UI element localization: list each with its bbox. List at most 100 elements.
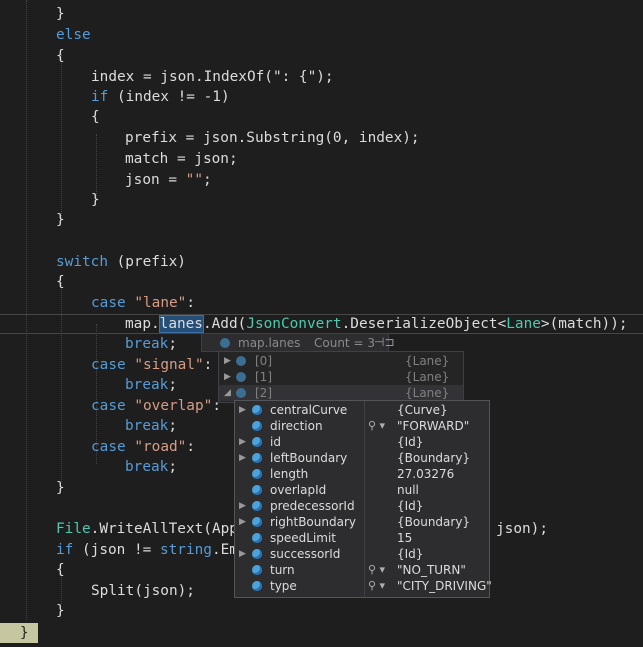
code-text: } xyxy=(56,6,65,22)
code-line[interactable]: index = json.IndexOf(": {"); xyxy=(91,67,334,88)
property-name: turn xyxy=(270,563,295,577)
property-value[interactable]: {Id} xyxy=(397,498,423,514)
code-text: match = json; xyxy=(125,151,238,167)
expand-arrow-icon[interactable]: ▶ xyxy=(239,546,246,562)
property-value[interactable]: "NO_TURN" xyxy=(397,562,466,578)
property-row-10[interactable]: turn ⚲ ▾ "NO_TURN" xyxy=(235,562,489,578)
code-line[interactable]: { xyxy=(56,272,65,293)
hovered-identifier[interactable]: lanes xyxy=(158,315,204,333)
code-line[interactable]: case "road": xyxy=(91,437,195,458)
property-value[interactable]: {Id} xyxy=(397,434,423,450)
code-text: ; xyxy=(168,377,177,393)
code-line[interactable]: } xyxy=(91,190,100,211)
expand-arrow-icon[interactable]: ▶ xyxy=(239,434,246,450)
property-row-9[interactable]: ▶ successorId {Id} xyxy=(235,546,489,562)
code-line[interactable]: File.WriteAllText(App xyxy=(56,519,238,540)
property-row-3[interactable]: ▶ leftBoundary {Boundary} xyxy=(235,450,489,466)
code-line[interactable]: } xyxy=(56,601,65,622)
property-value[interactable]: {Boundary} xyxy=(397,450,470,466)
lane-index: [1] xyxy=(255,370,272,384)
code-line[interactable]: else xyxy=(56,25,91,46)
property-row-11[interactable]: type ⚲ ▾ "CITY_DRIVING" xyxy=(235,578,492,594)
property-name: type xyxy=(270,579,297,593)
property-value[interactable]: {Boundary} xyxy=(397,514,470,530)
property-row-4[interactable]: length 27.03276 xyxy=(235,466,489,482)
code-line[interactable]: case "signal": xyxy=(91,355,212,376)
text-visualizer-icon[interactable]: ⚲ ▾ xyxy=(368,562,385,578)
property-value[interactable]: 27.03276 xyxy=(397,466,454,482)
code-line[interactable]: } xyxy=(56,210,65,231)
indent-guide xyxy=(26,0,27,620)
expand-arrow-icon[interactable]: ▶ xyxy=(224,353,231,369)
code-line-current[interactable]: map.lanes.Add(JsonConvert.DeserializeObj… xyxy=(125,314,628,335)
lane-row-2[interactable]: ◢ [2] {Lane} xyxy=(219,385,463,401)
property-icon xyxy=(252,437,262,447)
code-line[interactable]: break; xyxy=(125,375,177,396)
code-text: ; xyxy=(168,459,177,475)
code-text: map. xyxy=(125,316,160,332)
collapse-arrow-icon[interactable]: ◢ xyxy=(224,385,231,401)
code-line[interactable]: case "overlap": xyxy=(91,396,221,417)
keyword-case: case xyxy=(91,357,126,373)
property-value[interactable]: "FORWARD" xyxy=(397,418,469,434)
property-row-2[interactable]: ▶ id {Id} xyxy=(235,434,489,450)
code-text: .Add( xyxy=(202,316,247,332)
code-line[interactable]: break; xyxy=(125,334,177,355)
code-line[interactable]: switch (prefix) xyxy=(56,252,186,273)
code-line[interactable]: match = json; xyxy=(125,149,238,170)
code-line[interactable]: if (json != string.Em xyxy=(56,540,238,561)
property-icon xyxy=(252,581,262,591)
code-line-fragment[interactable]: json); xyxy=(496,519,548,540)
lane-value: {Lane} xyxy=(405,386,450,400)
property-row-5[interactable]: overlapId null xyxy=(235,482,489,498)
expand-arrow-icon[interactable]: ▶ xyxy=(224,369,231,385)
property-row-0[interactable]: ▶ centralCurve {Curve} xyxy=(235,402,489,418)
datatip-lanes-list[interactable]: ▶ [0] {Lane} ▶ [1] {Lane} ◢ [2] {Lane} xyxy=(218,351,464,403)
code-line[interactable]: break; xyxy=(125,457,177,478)
expand-arrow-icon[interactable]: ▶ xyxy=(239,450,246,466)
property-row-8[interactable]: speedLimit 15 xyxy=(235,530,489,546)
keyword-switch: switch xyxy=(56,254,108,270)
code-line[interactable]: { xyxy=(56,560,65,581)
property-name: predecessorId xyxy=(270,499,355,513)
code-line[interactable]: json = ""; xyxy=(125,170,212,191)
code-line[interactable]: { xyxy=(56,46,65,67)
code-text: index = json.IndexOf(": {"); xyxy=(91,69,334,85)
code-line[interactable]: prefix = json.Substring(0, index); xyxy=(125,128,420,149)
keyword-string: string xyxy=(159,542,212,558)
property-row-1[interactable]: direction ⚲ ▾ "FORWARD" xyxy=(235,418,489,434)
code-line[interactable]: Split(json); xyxy=(91,581,195,602)
string-literal: "road" xyxy=(134,439,187,455)
property-icon xyxy=(252,517,262,527)
property-value[interactable]: null xyxy=(397,482,419,498)
expand-arrow-icon[interactable]: ▶ xyxy=(239,498,246,514)
pin-icon[interactable]: ⊣⊐ xyxy=(374,335,395,349)
code-line[interactable]: if (index != -1) xyxy=(91,87,230,108)
lane-row-1[interactable]: ▶ [1] {Lane} xyxy=(219,369,463,385)
lane-row-0[interactable]: ▶ [0] {Lane} xyxy=(219,353,463,369)
property-value[interactable]: {Id} xyxy=(397,546,423,562)
code-line[interactable]: } xyxy=(56,478,65,499)
code-line[interactable]: { xyxy=(91,107,100,128)
property-value[interactable]: 15 xyxy=(397,530,412,546)
property-name: direction xyxy=(270,419,323,433)
text-visualizer-icon[interactable]: ⚲ ▾ xyxy=(368,578,385,594)
text-visualizer-icon[interactable]: ⚲ ▾ xyxy=(368,418,385,434)
property-row-7[interactable]: ▶ rightBoundary {Boundary} xyxy=(235,514,489,530)
code-line[interactable]: break; xyxy=(125,416,177,437)
keyword-if: if xyxy=(91,89,109,105)
expand-arrow-icon[interactable]: ▶ xyxy=(239,402,246,418)
code-line[interactable]: case "lane": xyxy=(91,293,195,314)
code-line[interactable]: } xyxy=(56,4,65,25)
property-value[interactable]: "CITY_DRIVING" xyxy=(397,578,492,594)
datatip-properties-panel[interactable]: ▶ centralCurve {Curve} direction ⚲ ▾ "FORWARD… xyxy=(234,400,492,598)
lane-value: {Lane} xyxy=(405,370,450,384)
code-text: (prefix) xyxy=(107,254,186,270)
expand-arrow-icon[interactable]: ▶ xyxy=(239,514,246,530)
datatip-header[interactable]: map.lanes Count = 3 ⊣⊐ xyxy=(201,333,395,352)
code-text: (index != -1) xyxy=(108,89,230,105)
code-text: Split(json); xyxy=(91,583,195,599)
property-value[interactable]: {Curve} xyxy=(397,402,448,418)
property-row-6[interactable]: ▶ predecessorId {Id} xyxy=(235,498,489,514)
property-name: rightBoundary xyxy=(270,515,356,529)
